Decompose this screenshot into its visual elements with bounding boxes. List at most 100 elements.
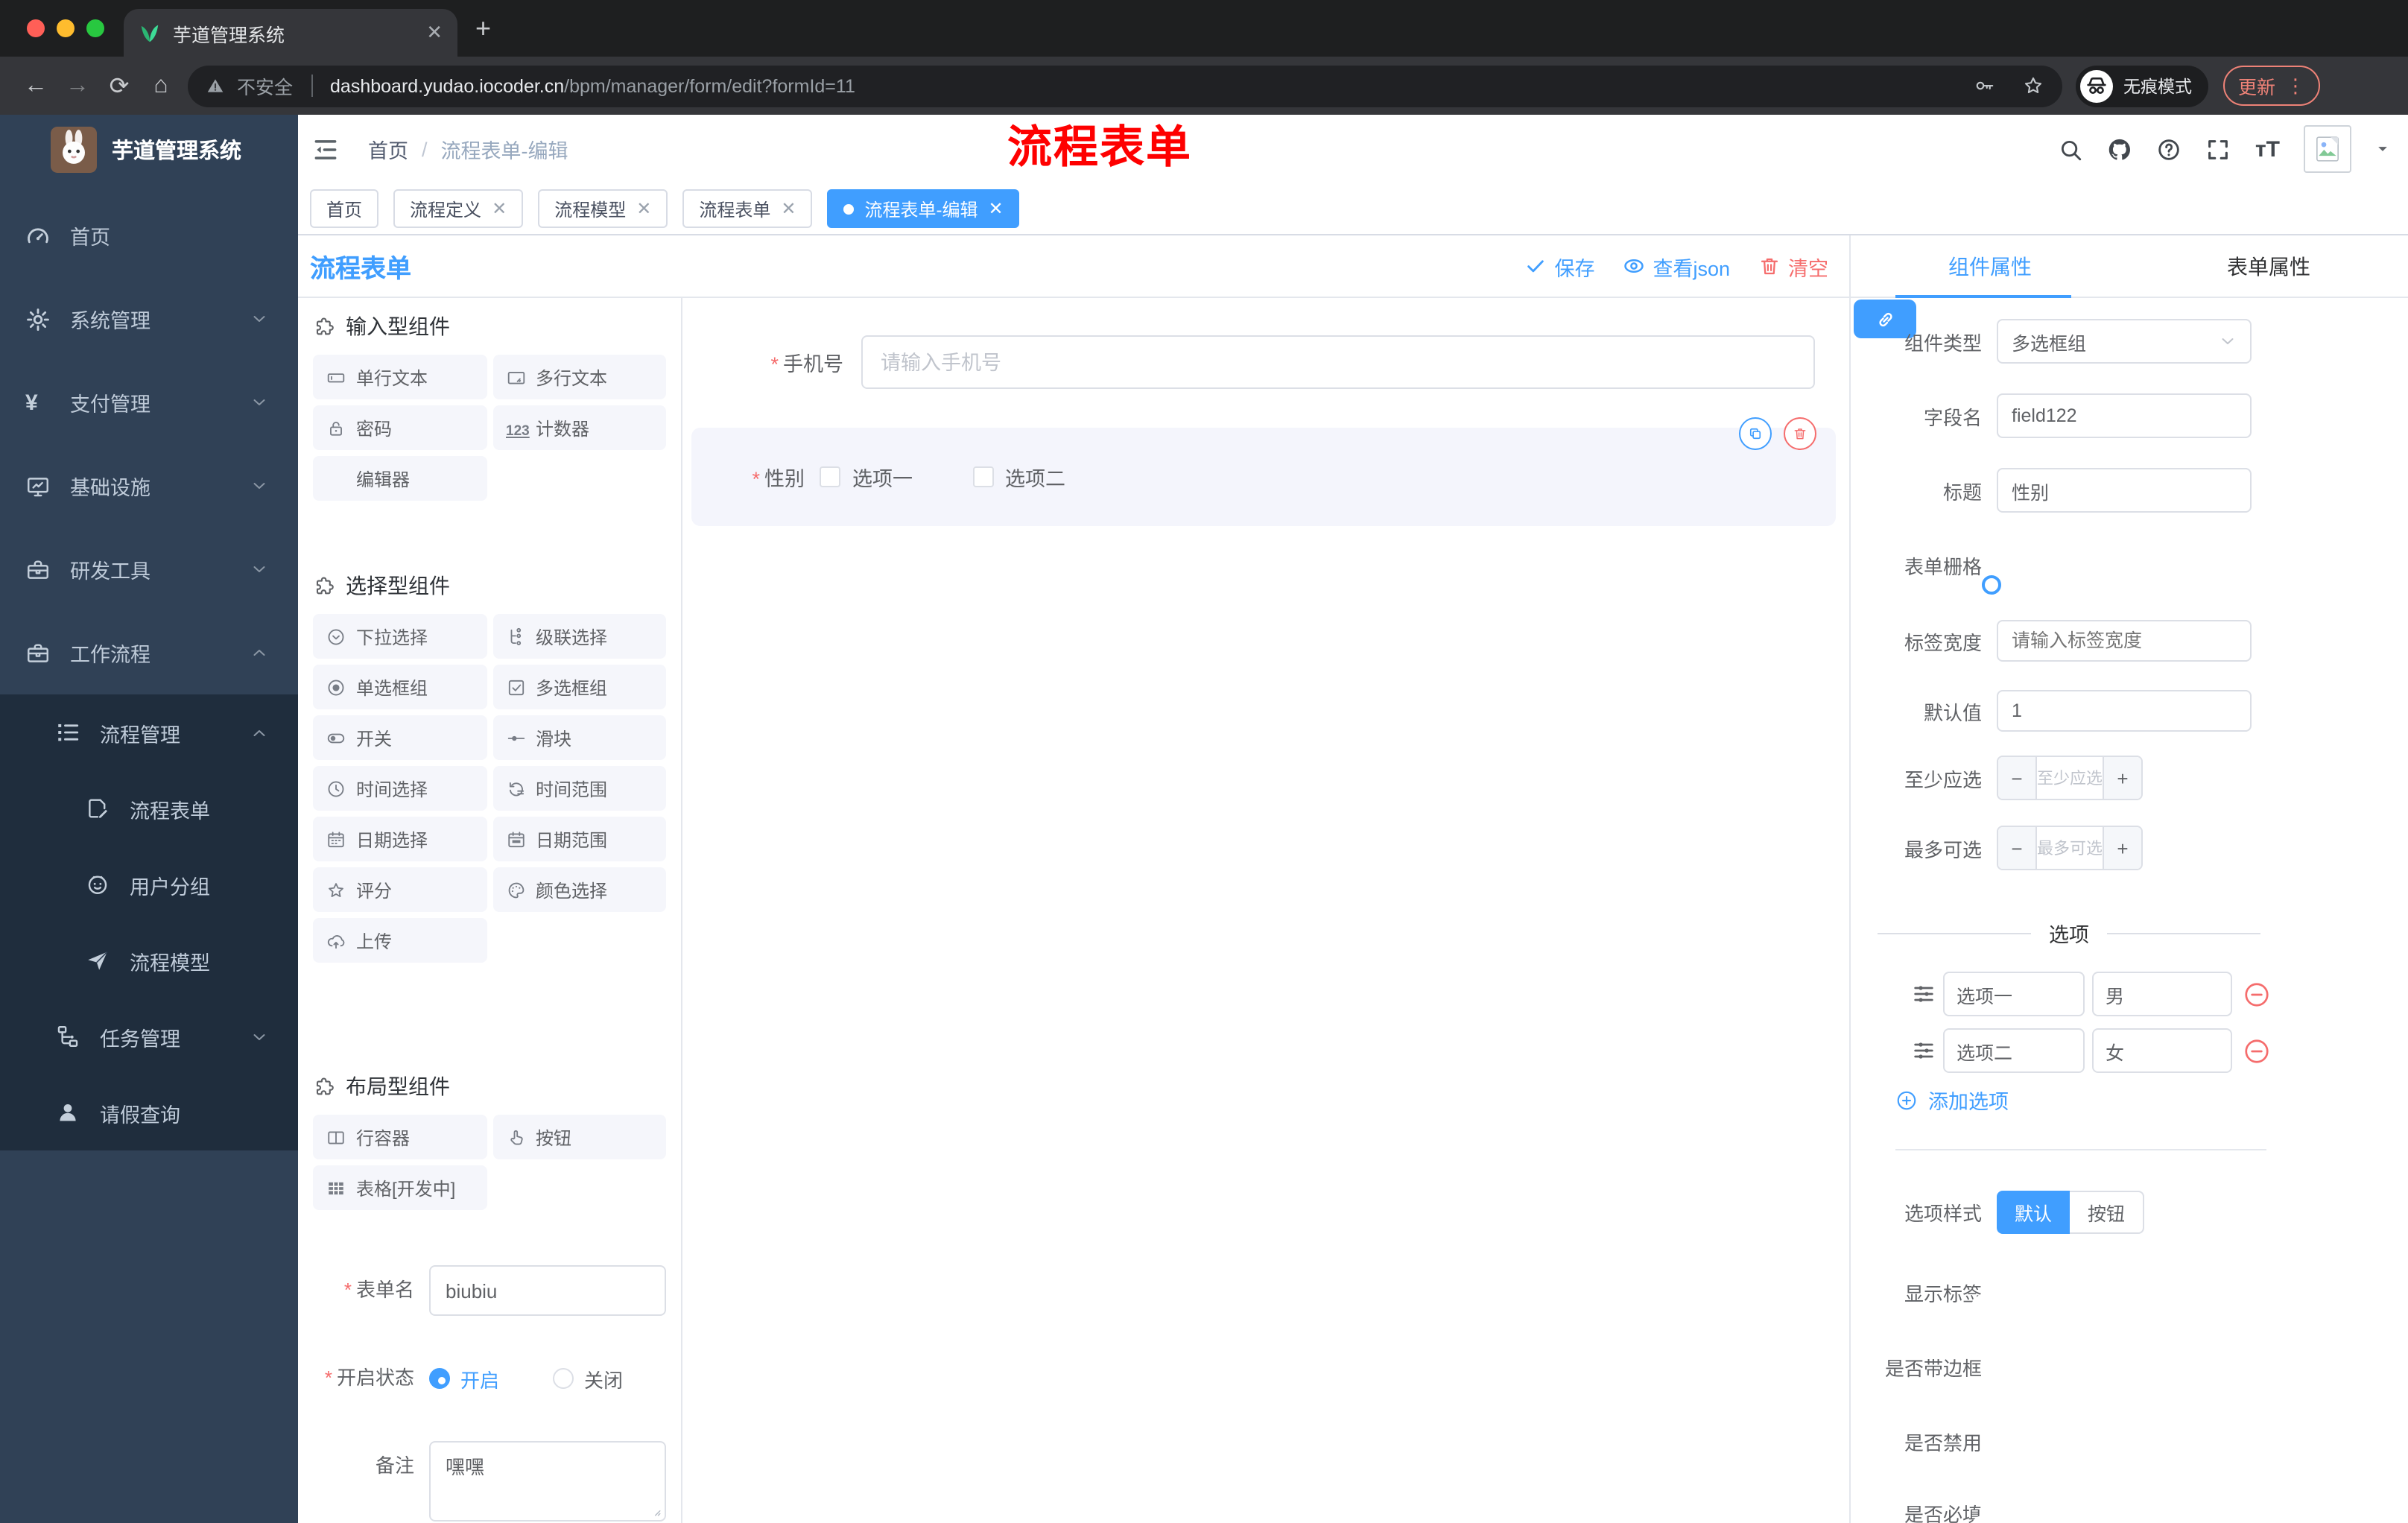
palette-item[interactable]: 时间选择 xyxy=(313,766,487,811)
new-tab-button[interactable]: + xyxy=(475,13,491,45)
status-radio[interactable]: 开启 xyxy=(429,1364,499,1393)
resize-handle-icon[interactable] xyxy=(648,1504,662,1517)
url-text[interactable]: dashboard.yudao.iocoder.cn/bpm/manager/f… xyxy=(330,75,855,96)
page-tab-close-icon[interactable]: ✕ xyxy=(989,198,1004,219)
clear-button[interactable]: 清空 xyxy=(1758,251,1828,281)
help-icon[interactable] xyxy=(2157,136,2182,162)
palette-item[interactable]: 多选框组 xyxy=(492,665,666,709)
bookmark-star-icon[interactable] xyxy=(2022,75,2044,97)
window-close-button[interactable] xyxy=(27,19,45,37)
reload-button[interactable]: ⟳ xyxy=(98,71,140,101)
drag-handle-icon[interactable] xyxy=(1912,982,1936,1006)
security-label[interactable]: 不安全 xyxy=(237,72,293,100)
palette-item[interactable]: 123 计数器 xyxy=(492,405,666,450)
window-maximize-button[interactable] xyxy=(86,19,104,37)
sidebar-item[interactable]: 基础设施 xyxy=(0,444,298,528)
tab-component-props[interactable]: 组件属性 xyxy=(1851,235,2129,297)
phone-input[interactable] xyxy=(861,335,1815,389)
page-tab[interactable]: 首页 xyxy=(310,189,379,228)
option-value-input[interactable] xyxy=(2092,972,2232,1016)
max-select-value[interactable]: 最多可选 xyxy=(2037,827,2103,869)
sidebar-item[interactable]: 流程模型 xyxy=(0,922,298,998)
stepper-decrease-button[interactable]: − xyxy=(1998,827,2037,869)
palette-item[interactable]: 下拉选择 xyxy=(313,614,487,659)
checkbox-icon[interactable] xyxy=(820,466,840,487)
remove-option-button[interactable] xyxy=(2243,1036,2271,1065)
sidebar-item[interactable]: 请假查询 xyxy=(0,1074,298,1150)
remark-textarea[interactable]: 嘿嘿 xyxy=(429,1441,666,1522)
style-button-button[interactable]: 按钮 xyxy=(2070,1190,2145,1233)
palette-item[interactable]: 级联选择 xyxy=(492,614,666,659)
canvas-field-gender-selected[interactable]: * 性别 选项一 选项二 xyxy=(691,417,1836,526)
sidebar-logo[interactable]: 芋道管理系统 xyxy=(0,115,298,183)
page-tab-close-icon[interactable]: ✕ xyxy=(781,198,796,219)
default-value-input[interactable] xyxy=(1997,690,2252,732)
sidebar-item[interactable]: ¥ 支付管理 xyxy=(0,361,298,444)
sidebar-item[interactable]: 研发工具 xyxy=(0,528,298,611)
window-minimize-button[interactable] xyxy=(57,19,75,37)
page-tab[interactable]: 流程定义 ✕ xyxy=(393,189,524,228)
tab-close-icon[interactable]: ✕ xyxy=(426,21,443,45)
home-button[interactable]: ⌂ xyxy=(140,72,182,99)
sidebar-item[interactable]: 用户分组 xyxy=(0,846,298,922)
github-icon[interactable] xyxy=(2108,136,2133,162)
palette-item[interactable]: 单行文本 xyxy=(313,355,487,399)
browser-menu-icon[interactable]: ⋮ xyxy=(2286,74,2305,98)
option-label-input[interactable] xyxy=(1943,1028,2085,1073)
palette-item[interactable]: 按钮 xyxy=(492,1115,666,1159)
option-label-input[interactable] xyxy=(1943,972,2085,1016)
page-tab[interactable]: 流程模型 ✕ xyxy=(538,189,668,228)
tab-form-props[interactable]: 表单属性 xyxy=(2129,235,2408,297)
palette-item[interactable]: 颜色选择 xyxy=(492,867,666,912)
label-width-input[interactable] xyxy=(1997,620,2252,662)
page-tab-close-icon[interactable]: ✕ xyxy=(492,198,507,219)
page-tab[interactable]: 流程表单 ✕ xyxy=(682,189,813,228)
update-button[interactable]: 更新 ⋮ xyxy=(2223,66,2321,106)
palette-item[interactable]: 密码 xyxy=(313,405,487,450)
palette-item[interactable]: 评分 xyxy=(313,867,487,912)
fullscreen-icon[interactable] xyxy=(2206,136,2231,162)
remove-option-button[interactable] xyxy=(2243,980,2271,1008)
title-input[interactable] xyxy=(1997,468,2252,513)
option-value-input[interactable] xyxy=(2092,1028,2232,1073)
palette-item[interactable]: 开关 xyxy=(313,715,487,760)
delete-component-button[interactable] xyxy=(1784,417,1816,450)
stepper-increase-button[interactable]: + xyxy=(2103,827,2141,869)
checkbox-icon[interactable] xyxy=(972,466,993,487)
avatar[interactable] xyxy=(2304,125,2351,173)
address-bar[interactable]: 不安全 dashboard.yudao.iocoder.cn/bpm/manag… xyxy=(188,65,2062,107)
duplicate-component-button[interactable] xyxy=(1739,417,1772,450)
palette-item[interactable]: 多行文本 xyxy=(492,355,666,399)
page-tab[interactable]: 流程表单-编辑 ✕ xyxy=(827,189,1020,228)
palette-item[interactable]: 表格[开发中] xyxy=(313,1165,487,1210)
forward-button[interactable]: → xyxy=(57,72,98,99)
breadcrumb-home[interactable]: 首页 xyxy=(368,134,408,164)
canvas-field-phone[interactable]: * 手机号 xyxy=(691,335,1815,389)
avatar-caret-icon[interactable] xyxy=(2375,142,2390,156)
back-button[interactable]: ← xyxy=(15,72,57,99)
component-type-select[interactable]: 多选框组 xyxy=(1997,319,2252,364)
palette-item[interactable]: 编辑器 xyxy=(313,456,487,501)
view-json-button[interactable]: 查看json xyxy=(1623,251,1730,281)
password-key-icon[interactable] xyxy=(1973,75,1995,97)
gender-checkbox-option[interactable]: 选项二 xyxy=(972,462,1065,492)
palette-item[interactable]: 行容器 xyxy=(313,1115,487,1159)
field-name-input[interactable] xyxy=(1997,393,2252,438)
sidebar-item[interactable]: 系统管理 xyxy=(0,277,298,361)
sidebar-item[interactable]: 任务管理 xyxy=(0,998,298,1074)
palette-item[interactable]: 单选框组 xyxy=(313,665,487,709)
search-icon[interactable] xyxy=(2059,136,2084,162)
save-button[interactable]: 保存 xyxy=(1524,251,1594,281)
sidebar-item[interactable]: 首页 xyxy=(0,194,298,277)
font-size-icon[interactable]: ᴛT xyxy=(2255,136,2280,162)
browser-tab[interactable]: 芋道管理系统 ✕ xyxy=(124,9,457,57)
stepper-increase-button[interactable]: + xyxy=(2103,757,2141,799)
palette-item[interactable]: 日期选择 xyxy=(313,817,487,861)
drag-handle-icon[interactable] xyxy=(1912,1039,1936,1063)
palette-item[interactable]: 上传 xyxy=(313,918,487,963)
page-tab-close-icon[interactable]: ✕ xyxy=(636,198,651,219)
add-option-button[interactable]: 添加选项 xyxy=(1895,1079,2009,1121)
palette-item[interactable]: 时间范围 xyxy=(492,766,666,811)
sidebar-item[interactable]: 流程管理 xyxy=(0,694,298,770)
sidebar-item[interactable]: 工作流程 xyxy=(0,611,298,694)
